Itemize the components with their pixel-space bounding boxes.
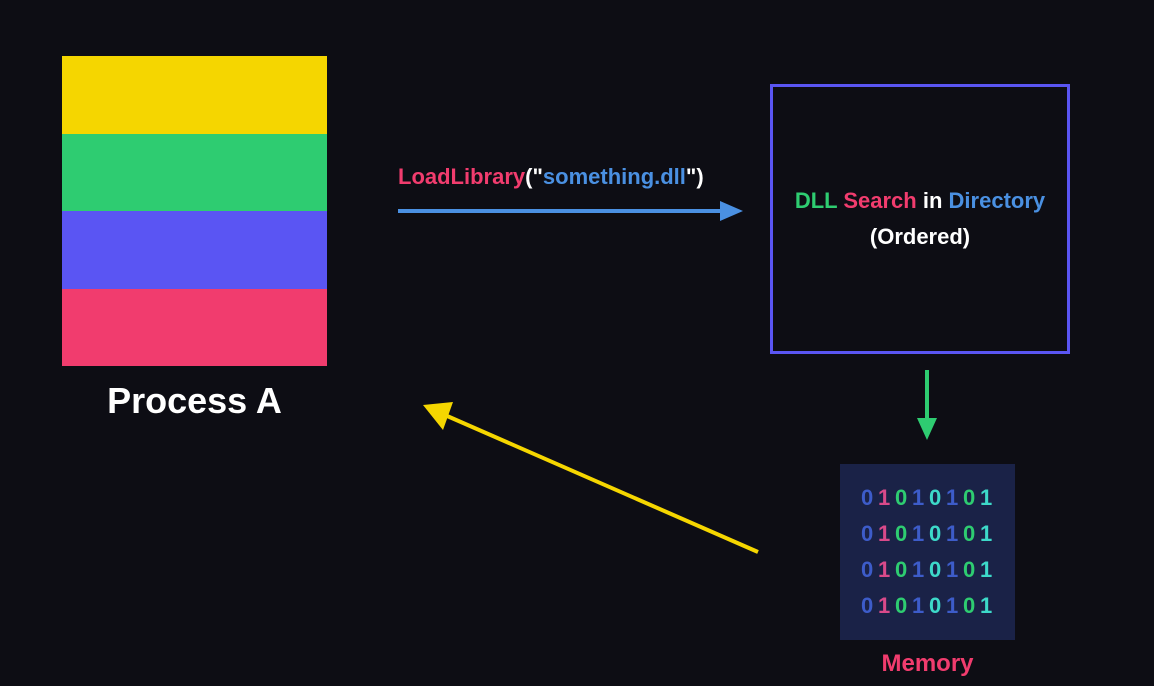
search-line1: DLL Search in Directory — [795, 188, 1045, 214]
loadlib-open: (" — [525, 164, 543, 189]
memory-bit: 1 — [946, 521, 960, 547]
memory-bit: 1 — [912, 521, 926, 547]
memory-bit: 1 — [946, 485, 960, 511]
memory-box: 01010101 01010101 01010101 01010101 — [840, 464, 1015, 640]
memory-bit: 0 — [895, 485, 909, 511]
search-w1: DLL — [795, 188, 837, 213]
memory-bit: 1 — [980, 521, 994, 547]
loadlibrary-call: LoadLibrary("something.dll") — [398, 164, 704, 190]
memory-row-1: 01010101 — [861, 485, 994, 511]
process-stripe-4 — [62, 289, 327, 367]
memory-row-3: 01010101 — [861, 557, 994, 583]
search-w4: Directory — [949, 188, 1046, 213]
memory-bit: 1 — [980, 485, 994, 511]
process-stripe-1 — [62, 56, 327, 134]
memory-bit: 0 — [929, 557, 943, 583]
memory-bit: 1 — [878, 485, 892, 511]
memory-bit: 1 — [946, 557, 960, 583]
arrow-to-memory — [912, 370, 942, 440]
arrow-to-process — [418, 392, 768, 562]
arrow-loadlibrary — [398, 196, 743, 226]
memory-bit: 0 — [963, 557, 977, 583]
memory-bit: 0 — [895, 557, 909, 583]
memory-bit: 1 — [912, 557, 926, 583]
memory-bit: 0 — [895, 593, 909, 619]
memory-bit: 0 — [861, 521, 875, 547]
memory-bit: 1 — [980, 557, 994, 583]
process-stripe-2 — [62, 134, 327, 212]
memory-bit: 1 — [946, 593, 960, 619]
memory-bit: 1 — [878, 521, 892, 547]
memory-bit: 0 — [963, 521, 977, 547]
memory-bit: 1 — [980, 593, 994, 619]
loadlib-close: ") — [686, 164, 704, 189]
memory-bit: 0 — [929, 485, 943, 511]
process-label: Process A — [62, 380, 327, 422]
memory-bit: 0 — [861, 485, 875, 511]
memory-bit: 1 — [878, 593, 892, 619]
process-box — [62, 56, 327, 366]
loadlib-arg: something.dll — [543, 164, 686, 189]
memory-bit: 0 — [861, 557, 875, 583]
memory-bit: 0 — [861, 593, 875, 619]
memory-bit: 0 — [963, 593, 977, 619]
memory-bit: 0 — [895, 521, 909, 547]
memory-bit: 1 — [912, 593, 926, 619]
process-stripe-3 — [62, 211, 327, 289]
search-w3: in — [923, 188, 943, 213]
search-w2: Search — [843, 188, 916, 213]
memory-label: Memory — [840, 650, 1015, 678]
memory-bit: 0 — [929, 593, 943, 619]
memory-row-4: 01010101 — [861, 593, 994, 619]
loadlib-func: LoadLibrary — [398, 164, 525, 189]
memory-bit: 1 — [878, 557, 892, 583]
memory-row-2: 01010101 — [861, 521, 994, 547]
dll-search-box: DLL Search in Directory (Ordered) — [770, 84, 1070, 354]
memory-bit: 0 — [929, 521, 943, 547]
search-line2: (Ordered) — [870, 224, 970, 250]
memory-bit: 1 — [912, 485, 926, 511]
memory-bit: 0 — [963, 485, 977, 511]
